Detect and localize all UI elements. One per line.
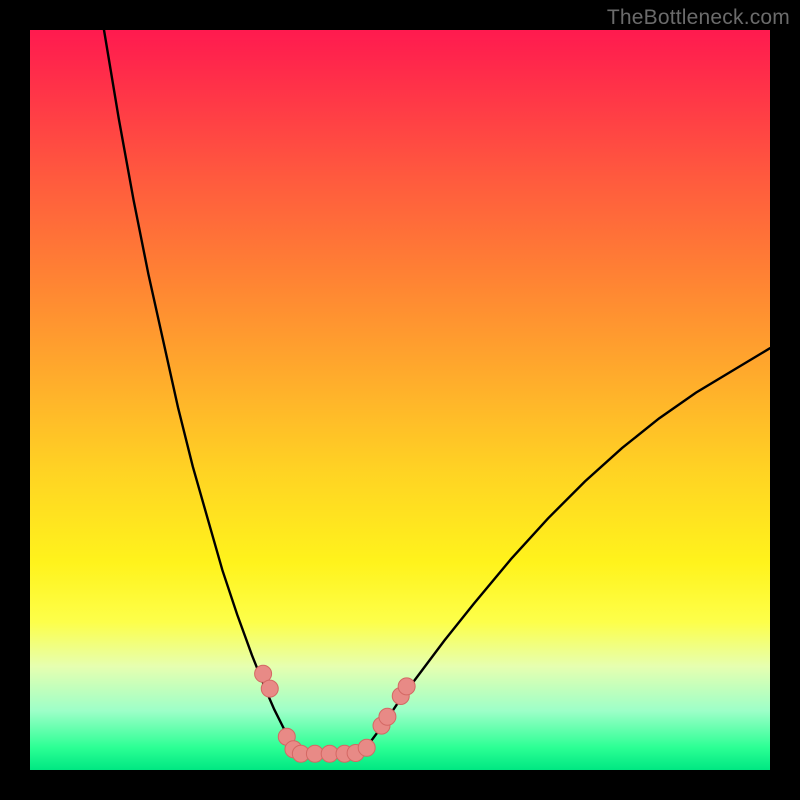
plot-area <box>30 30 770 770</box>
watermark-text: TheBottleneck.com <box>607 6 790 30</box>
bottleneck-curve <box>104 30 770 754</box>
data-marker <box>358 739 375 756</box>
data-marker <box>379 708 396 725</box>
chart-svg <box>30 30 770 770</box>
data-markers <box>255 665 416 762</box>
data-marker <box>261 680 278 697</box>
data-marker <box>398 678 415 695</box>
chart-frame: TheBottleneck.com <box>0 0 800 800</box>
